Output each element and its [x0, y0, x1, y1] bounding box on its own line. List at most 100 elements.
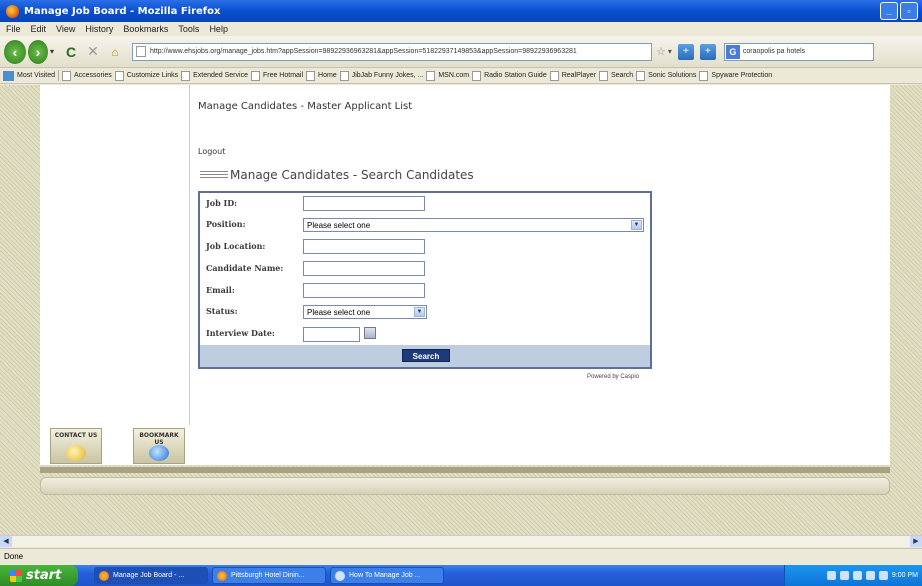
menu-tools[interactable]: Tools: [178, 24, 199, 34]
menu-bookmarks[interactable]: Bookmarks: [123, 24, 168, 34]
bookmark-sonic-solutions[interactable]: Sonic Solutions: [636, 70, 696, 81]
start-button[interactable]: start: [0, 565, 78, 586]
footer-divider: [40, 467, 890, 473]
ie-globe-icon: [149, 445, 169, 461]
history-dropdown-icon[interactable]: ▾: [48, 40, 56, 64]
bookmark-accessories[interactable]: Accessories: [62, 70, 112, 81]
position-label: Position:: [206, 219, 246, 229]
bookmark-most-visited[interactable]: Most Visited: [3, 70, 55, 81]
page-icon: [426, 70, 436, 81]
toolbar-extras: + +: [677, 43, 716, 60]
tray-icon[interactable]: [865, 571, 875, 580]
bookmarks-toolbar: Most Visited Accessories Customize Links…: [0, 68, 922, 84]
tray-icon[interactable]: [852, 571, 862, 580]
status-bar: Done: [0, 548, 922, 564]
tray-icon[interactable]: [878, 571, 888, 580]
extension-icon[interactable]: +: [677, 43, 694, 60]
address-url: http://www.ehsjobs.org/manage_jobs.htm?a…: [150, 48, 577, 55]
bookmark-spyware-protection[interactable]: Spyware Protection: [699, 70, 772, 81]
logout-link[interactable]: Logout: [198, 147, 225, 156]
job-id-input[interactable]: [303, 196, 425, 211]
bookmark-jibjab[interactable]: JibJab Funny Jokes, ...: [339, 70, 423, 81]
form-footer: Search: [200, 345, 650, 367]
page-icon: [699, 70, 709, 81]
bookmark-realplayer[interactable]: RealPlayer: [549, 70, 596, 81]
windows-taskbar: start Manage Job Board - ... Pittsburgh …: [0, 565, 922, 586]
bookmark-msn[interactable]: MSN.com: [426, 70, 469, 81]
reload-icon[interactable]: C: [62, 40, 80, 64]
bookmark-extended-service[interactable]: Extended Service: [181, 70, 248, 81]
section-title: Manage Candidates - Search Candidates: [200, 168, 474, 182]
maximize-button[interactable]: ▫: [900, 2, 918, 20]
bookmark-search[interactable]: Search: [598, 70, 633, 81]
google-icon[interactable]: G: [725, 44, 740, 59]
search-box[interactable]: G coraopolis pa hotels: [723, 42, 874, 61]
page-icon: [549, 70, 559, 81]
candidate-name-label: Candidate Name:: [206, 263, 284, 273]
page-icon: [636, 70, 646, 81]
search-candidates-form: Job ID: Position: Please select one ▼ Jo…: [198, 191, 652, 369]
candidate-name-input[interactable]: [303, 261, 425, 276]
page-icon: [136, 46, 146, 57]
interview-date-input[interactable]: [303, 327, 360, 342]
scroll-left-icon[interactable]: ◀: [0, 536, 12, 547]
page-icon: [339, 70, 349, 81]
bookmark-home[interactable]: Home: [306, 70, 337, 81]
page-icon: [472, 70, 482, 81]
minimize-button[interactable]: _: [880, 2, 898, 20]
window-title: Manage Job Board - Mozilla Firefox: [24, 5, 221, 17]
address-bar[interactable]: http://www.ehsjobs.org/manage_jobs.htm?a…: [132, 42, 652, 61]
job-location-input[interactable]: [303, 239, 425, 254]
taskbar-tasks: Manage Job Board - ... Pittsburgh Hotel …: [94, 567, 444, 584]
left-background: [0, 85, 40, 535]
calendar-icon[interactable]: [364, 327, 376, 339]
forward-icon[interactable]: ›: [28, 39, 48, 64]
addon-icon[interactable]: +: [699, 43, 716, 60]
home-icon[interactable]: ⌂: [106, 40, 124, 64]
menu-bar: File Edit View History Bookmarks Tools H…: [0, 22, 922, 36]
email-input[interactable]: [303, 283, 425, 298]
bookmark-customize-links[interactable]: Customize Links: [114, 70, 178, 81]
most-visited-icon: [3, 70, 14, 81]
stop-icon[interactable]: ✕: [84, 40, 102, 64]
task-pittsburgh-hotel[interactable]: Pittsburgh Hotel Dinin...: [212, 567, 326, 584]
job-id-label: Job ID:: [206, 198, 238, 208]
tray-icon[interactable]: [826, 571, 836, 580]
navigation-toolbar: ‹ › ▾ C ✕ ⌂ http://www.ehsjobs.org/manag…: [0, 36, 922, 68]
contact-icon: [66, 445, 86, 461]
firefox-icon: [217, 570, 227, 581]
page-icon: [62, 70, 71, 81]
task-how-to-manage-job[interactable]: How To Manage Job ...: [330, 567, 444, 584]
bookmark-free-hotmail[interactable]: Free Hotmail: [250, 70, 303, 81]
page-title: Manage Candidates - Master Applicant Lis…: [198, 101, 413, 112]
search-text: coraopolis pa hotels: [742, 48, 806, 55]
scroll-right-icon[interactable]: ▶: [910, 536, 922, 547]
menu-file[interactable]: File: [6, 24, 21, 34]
page-icon: [250, 70, 260, 81]
position-select[interactable]: Please select one ▼: [303, 218, 644, 232]
page-icon: [598, 70, 608, 81]
document-icon: [335, 570, 345, 581]
task-manage-job-board[interactable]: Manage Job Board - ...: [94, 567, 208, 584]
tray-icon[interactable]: [839, 571, 849, 580]
firefox-icon: [6, 4, 19, 18]
back-icon[interactable]: ‹: [4, 39, 26, 64]
star-icon[interactable]: ☆: [656, 45, 666, 58]
page-viewport: CONTACT US BOOKMARK US Manage Candidates…: [0, 85, 922, 535]
page-icon: [114, 70, 124, 81]
menu-view[interactable]: View: [56, 24, 75, 34]
clock: 9:00 PM: [891, 572, 918, 579]
job-location-label: Job Location:: [206, 241, 266, 251]
menu-edit[interactable]: Edit: [31, 24, 47, 34]
search-button[interactable]: Search: [402, 349, 450, 362]
menu-help[interactable]: Help: [209, 24, 228, 34]
bookmark-radio-station-guide[interactable]: Radio Station Guide: [472, 70, 547, 81]
url-dropdown-icon[interactable]: ▾: [668, 47, 672, 56]
contact-us-button[interactable]: CONTACT US: [50, 428, 102, 464]
menu-history[interactable]: History: [85, 24, 113, 34]
status-select[interactable]: Please select one ▼: [303, 305, 427, 319]
horizontal-scrollbar[interactable]: ◀ ▶: [0, 535, 922, 547]
interview-date-label: Interview Date:: [206, 328, 275, 338]
window-controls: _ ▫: [880, 2, 918, 20]
bookmark-us-button[interactable]: BOOKMARK US: [133, 428, 185, 464]
